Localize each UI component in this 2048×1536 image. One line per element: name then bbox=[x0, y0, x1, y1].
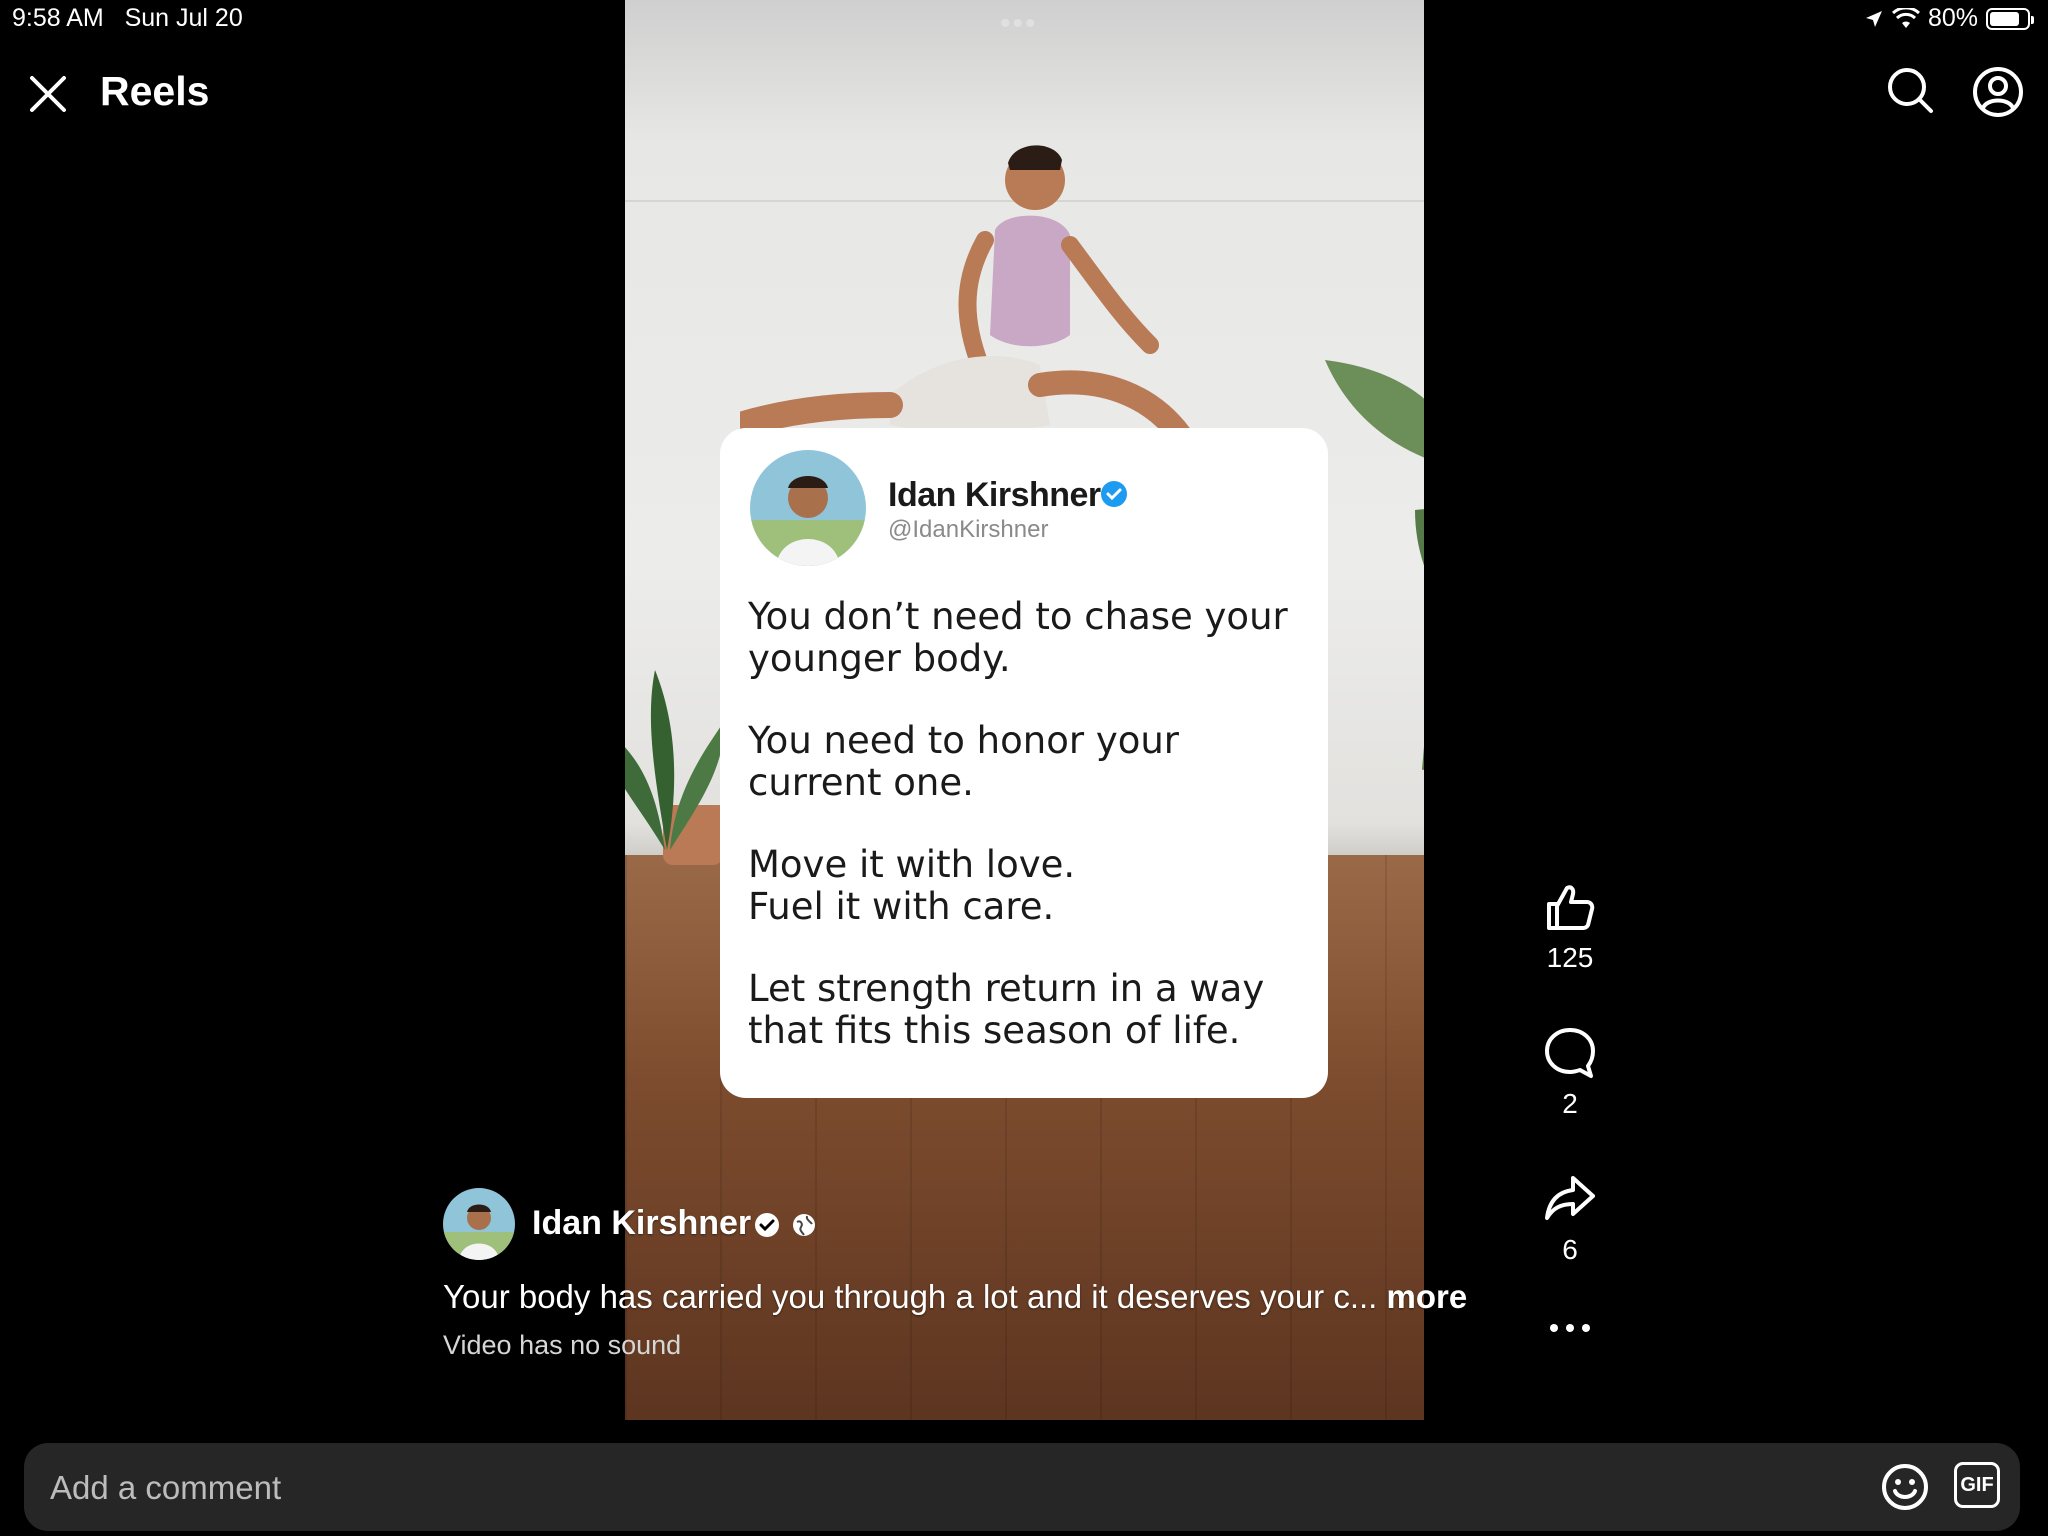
like-action[interactable]: 125 bbox=[1530, 880, 1610, 974]
author-avatar[interactable] bbox=[443, 1188, 515, 1260]
comment-input[interactable] bbox=[48, 1443, 1852, 1533]
card-author-handle: @IdanKirshner bbox=[888, 516, 1049, 543]
quote-card: Idan Kirshner @IdanKirshner You don’t ne… bbox=[720, 428, 1328, 1098]
status-time: 9:58 AM bbox=[12, 4, 104, 32]
caption-text[interactable]: Your body has carried you through a lot … bbox=[443, 1278, 1467, 1316]
like-count: 125 bbox=[1546, 942, 1594, 973]
caption-body: Your body has carried you through a lot … bbox=[443, 1278, 1387, 1315]
battery-percent: 80% bbox=[1927, 4, 1978, 32]
card-paragraph: Let strength return in a way that fits t… bbox=[748, 967, 1265, 1052]
comment-bar: GIF bbox=[24, 1443, 2020, 1533]
profile-icon[interactable] bbox=[1971, 65, 2025, 119]
comment-icon[interactable] bbox=[1543, 1026, 1597, 1080]
wifi-icon bbox=[1891, 7, 1920, 28]
like-icon[interactable] bbox=[1543, 880, 1597, 934]
emoji-icon[interactable] bbox=[1880, 1462, 1930, 1512]
grabber-dots-icon[interactable]: ••• bbox=[1000, 9, 1038, 39]
comment-action[interactable]: 2 bbox=[1530, 1026, 1610, 1120]
globe-icon bbox=[793, 1214, 815, 1236]
status-date: Sun Jul 20 bbox=[124, 4, 243, 32]
person-yoga bbox=[740, 145, 1192, 447]
card-quote-text: You don’t need to chase your younger bod… bbox=[748, 596, 1308, 1092]
more-dots-icon[interactable] bbox=[1543, 1318, 1597, 1338]
gif-button[interactable]: GIF bbox=[1954, 1462, 2000, 1508]
card-paragraph: You don’t need to chase your younger bod… bbox=[748, 595, 1288, 680]
share-count: 6 bbox=[1562, 1234, 1578, 1265]
page-title: Reels bbox=[100, 68, 210, 114]
location-icon bbox=[1865, 10, 1882, 27]
comment-count: 2 bbox=[1562, 1088, 1578, 1119]
card-author-name: Idan Kirshner bbox=[888, 476, 1101, 514]
card-avatar bbox=[750, 450, 866, 566]
verified-badge-icon bbox=[1101, 481, 1127, 507]
status-time-date: 9:58 AM Sun Jul 20 bbox=[12, 4, 243, 33]
gif-label: GIF bbox=[1960, 1473, 1994, 1496]
author-name[interactable]: Idan Kirshner bbox=[532, 1204, 751, 1243]
verified-badge-icon bbox=[755, 1213, 779, 1237]
status-indicators: 80% bbox=[1864, 4, 2034, 33]
plant-left bbox=[625, 670, 725, 850]
share-action[interactable]: 6 bbox=[1530, 1172, 1610, 1266]
close-icon[interactable] bbox=[26, 72, 70, 116]
more-options-button[interactable] bbox=[1530, 1318, 1610, 1338]
card-paragraph: Move it with love. Fuel it with care. bbox=[748, 843, 1076, 928]
sound-notice: Video has no sound bbox=[443, 1330, 682, 1360]
search-icon[interactable] bbox=[1885, 65, 1935, 115]
battery-icon bbox=[1986, 7, 2034, 30]
card-paragraph: You need to honor your current one. bbox=[748, 719, 1180, 804]
share-icon[interactable] bbox=[1543, 1172, 1597, 1226]
caption-more-link[interactable]: more bbox=[1387, 1278, 1468, 1315]
